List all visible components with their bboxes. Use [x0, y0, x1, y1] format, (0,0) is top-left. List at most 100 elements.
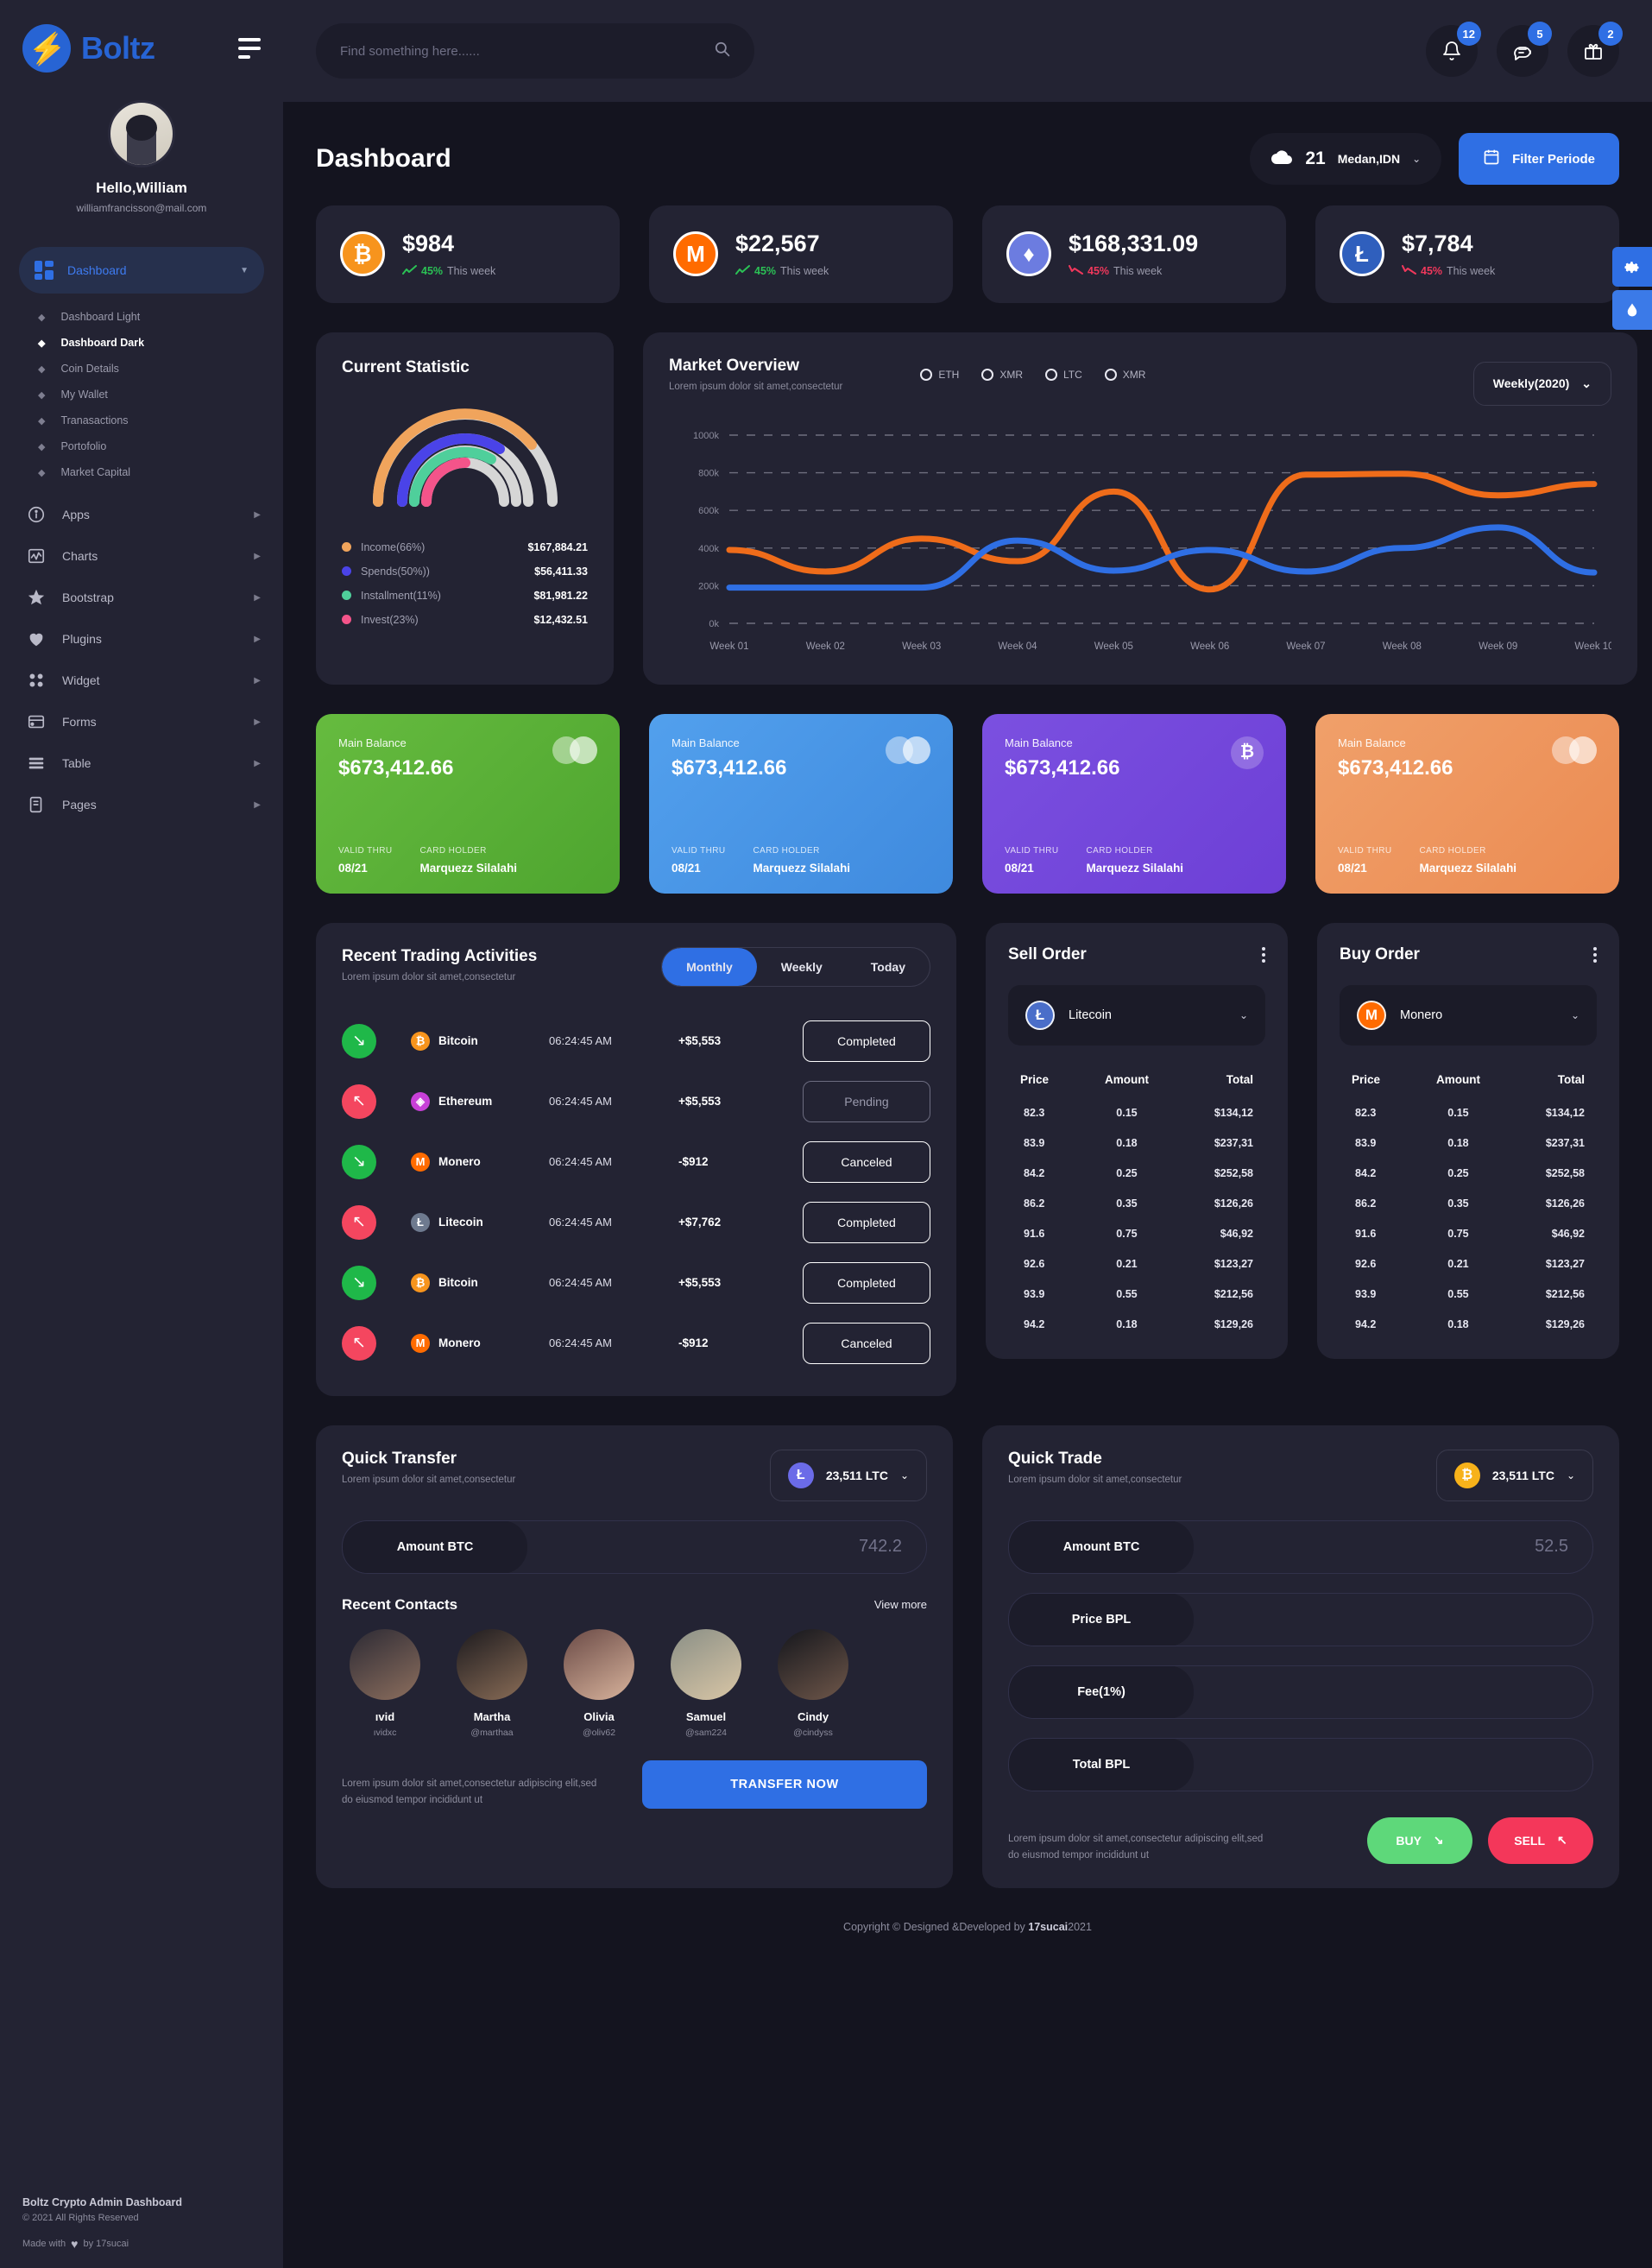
gifts-button[interactable]: 2 [1567, 22, 1623, 77]
trade-amount: +$5,553 [678, 1276, 722, 1290]
status-badge[interactable]: Completed [803, 1261, 930, 1304]
market-radio-3[interactable]: XMR [1104, 368, 1145, 381]
search-box[interactable] [316, 23, 754, 79]
balance-card-blue[interactable]: Main Balance $673,412.66 VALID THRU 08/2… [649, 713, 953, 894]
quick-trade-field[interactable]: Price BPL [1008, 1592, 1593, 1646]
sidebar-group-label: Widget [62, 673, 100, 687]
balance-card-green[interactable]: Main Balance $673,412.66 VALID THRU 08/2… [316, 713, 620, 894]
search-input[interactable] [340, 43, 705, 59]
status-badge[interactable]: Canceled [803, 1322, 930, 1364]
quick-trade-field[interactable]: Amount BTC [1008, 1519, 1593, 1574]
contact-item[interactable]: Olivia @oliv62 [558, 1628, 640, 1738]
search-icon[interactable] [714, 41, 730, 61]
market-line-chart: 1000k 800k 600k 400k 200k 0k Week 01 Week 02 Wee… [669, 421, 1614, 666]
sidebar-subitem-0[interactable]: ◆ Dashboard Light [0, 304, 283, 330]
hamburger-icon[interactable] [238, 38, 261, 59]
quick-trade-footer: Lorem ipsum dolor sit amet,consectetur a… [1008, 1816, 1593, 1864]
kebab-icon[interactable] [1262, 946, 1265, 963]
sidebar-item-bootstrap[interactable]: Bootstrap ▶ [0, 577, 283, 618]
cell: 83.9 [1355, 1137, 1377, 1150]
status-badge[interactable]: Canceled [803, 1140, 930, 1183]
legend-row: Invest(23%) $12,432.51 [342, 614, 588, 626]
sidebar-subitem-2[interactable]: ◆ Coin Details [0, 356, 283, 382]
notifications-button[interactable]: 12 [1426, 22, 1481, 77]
quick-transfer-amount-field[interactable]: Amount BTC [342, 1519, 927, 1574]
trading-list: ↘ ₿ Bitcoin 06:24:45 AM +$5,553 Complete… [342, 1011, 930, 1374]
diamond-icon: ◆ [38, 338, 46, 349]
buy-button[interactable]: BUY ↘ [1367, 1816, 1472, 1864]
btc-icon: ₿ [411, 1273, 430, 1292]
table-row: 93.9 0.55 $212,56 [1008, 1279, 1265, 1310]
sidebar-subitem-1[interactable]: ◆ Dashboard Dark [0, 330, 283, 356]
sidebar-item-table[interactable]: Table ▶ [0, 742, 283, 784]
cell: 94.2 [1355, 1318, 1377, 1331]
footer-year: 2021 [1068, 1920, 1092, 1933]
location-selector[interactable]: 21 Medan,IDN ⌄ [1250, 133, 1442, 185]
quick-transfer-amount-label: Amount BTC [343, 1520, 527, 1573]
sidebar-item-charts[interactable]: Charts ▶ [0, 535, 283, 577]
chevron-right-icon: ▶ [254, 551, 261, 561]
status-badge[interactable]: Completed [803, 1020, 930, 1062]
contact-item[interactable]: ıvid ıvidxc [344, 1628, 426, 1738]
footer-brand[interactable]: 17sucai [1028, 1921, 1068, 1933]
sidebar-item-pages[interactable]: Pages ▶ [0, 784, 283, 825]
contact-item[interactable]: Cindy @cindyss [772, 1628, 854, 1738]
sidebar-item-forms[interactable]: Forms ▶ [0, 701, 283, 742]
tab-weekly[interactable]: Weekly [757, 948, 847, 986]
trading-header: Recent Trading Activities Lorem ipsum do… [342, 946, 930, 987]
sell-button[interactable]: SELL ↖ [1488, 1816, 1593, 1864]
sidebar-subitem-5[interactable]: ◆ Portofolio [0, 433, 283, 459]
quick-trade-field[interactable]: Total BPL [1008, 1737, 1593, 1791]
market-radio-2[interactable]: LTC [1045, 368, 1082, 381]
sidebar-subitem-6[interactable]: ◆ Market Capital [0, 459, 283, 485]
contact-item[interactable]: Samuel @sam224 [665, 1628, 747, 1738]
sidebar-subitem-4[interactable]: ◆ Tranasactions [0, 407, 283, 433]
table-row: 92.6 0.21 $123,27 [1340, 1249, 1597, 1279]
transfer-now-button[interactable]: TRANSFER NOW [642, 1759, 927, 1809]
status-badge[interactable]: Pending [803, 1080, 930, 1122]
status-badge[interactable]: Completed [803, 1201, 930, 1243]
gear-icon[interactable] [1612, 247, 1652, 287]
quick-trade-field-input[interactable] [1194, 1754, 1592, 1775]
sidebar-item-widget[interactable]: Widget ▶ [0, 660, 283, 701]
balance-card-label: Main Balance [1338, 736, 1406, 749]
quick-trade-field-input[interactable] [1194, 1609, 1592, 1630]
view-more-link[interactable]: View more [874, 1598, 927, 1611]
period-selector[interactable]: Weekly(2020) ⌄ [1472, 361, 1611, 406]
cell: $134,12 [1214, 1107, 1253, 1120]
quick-trade-field-input[interactable] [1194, 1682, 1592, 1703]
quick-transfer-amount-input[interactable] [527, 1537, 926, 1557]
quick-trade-currency-select[interactable]: ₿ 23,511 LTC ⌄ [1435, 1449, 1593, 1501]
balance-card-purple[interactable]: Main Balance $673,412.66 ₿ VALID THRU 08… [982, 713, 1286, 894]
filter-periode-button[interactable]: Filter Periode [1459, 133, 1619, 185]
kebab-icon[interactable] [1593, 946, 1597, 963]
sidebar-item-apps[interactable]: Apps ▶ [0, 494, 283, 535]
market-radio-1[interactable]: XMR [981, 368, 1023, 381]
quick-transfer-currency-select[interactable]: Ł 23,511 LTC ⌄ [769, 1449, 927, 1501]
svg-text:Week 05: Week 05 [1094, 641, 1133, 652]
sell-order-coin-select[interactable]: Ł Litecoin ⌄ [1008, 984, 1265, 1046]
contact-item[interactable]: Martha @marthaa [451, 1628, 533, 1738]
cell: $123,27 [1545, 1258, 1585, 1271]
sidebar-item-dashboard[interactable]: Dashboard ▼ [19, 247, 264, 294]
sidebar-subitem-label: Coin Details [60, 363, 119, 375]
messages-button[interactable]: 5 [1497, 22, 1552, 77]
balance-card-orange[interactable]: Main Balance $673,412.66 VALID THRU 08/2… [1315, 713, 1619, 894]
radio-circle-icon [920, 368, 933, 381]
quick-trade-field-input[interactable] [1194, 1537, 1592, 1557]
quick-trade-subtitle: Lorem ipsum dolor sit amet,consectetur [1008, 1474, 1182, 1485]
market-radio-0[interactable]: ETH [920, 368, 959, 381]
svg-text:Week 09: Week 09 [1479, 641, 1517, 652]
tab-today[interactable]: Today [847, 948, 930, 986]
market-subtitle: Lorem ipsum dolor sit amet,consectetur [669, 381, 843, 392]
cell: 0.35 [1116, 1197, 1138, 1210]
sidebar-subitem-3[interactable]: ◆ My Wallet [0, 382, 283, 407]
droplet-icon[interactable] [1612, 290, 1652, 330]
cell: 0.25 [1116, 1167, 1138, 1180]
tab-monthly[interactable]: Monthly [662, 947, 757, 986]
table-row: ↘ ₿ Bitcoin 06:24:45 AM +$5,553 Complete… [342, 1253, 930, 1313]
sidebar-item-plugins[interactable]: Plugins ▶ [0, 618, 283, 660]
buy-order-coin-select[interactable]: M Monero ⌄ [1340, 984, 1597, 1046]
table-row: ↖ ◈ Ethereum 06:24:45 AM +$5,553 Pending [342, 1071, 930, 1132]
quick-trade-field[interactable]: Fee(1%) [1008, 1665, 1593, 1719]
